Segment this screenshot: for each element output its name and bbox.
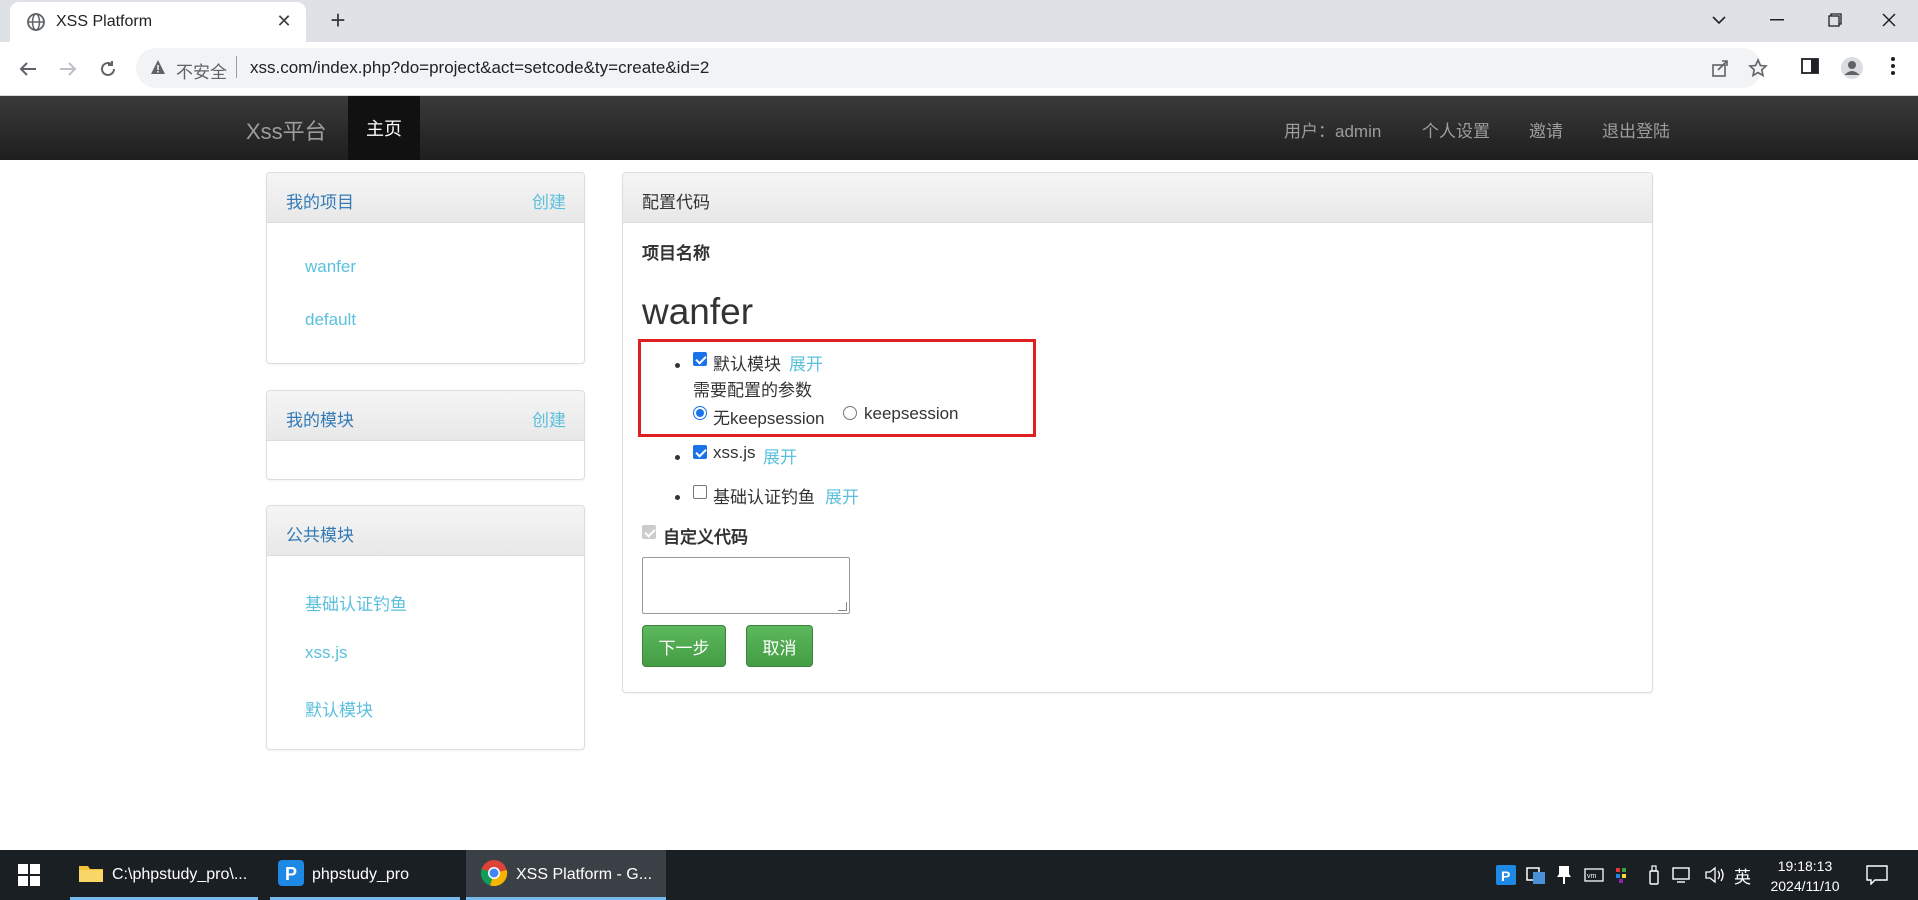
xssjs-module-checkbox[interactable] [693, 445, 707, 459]
basic-auth-phishing-label: 基础认证钓鱼 [713, 488, 815, 507]
list-bullet [675, 455, 680, 460]
minimize-icon[interactable] [1748, 0, 1806, 40]
nav-logout[interactable]: 退出登陆 [1602, 117, 1670, 142]
public-module-link[interactable]: xss.js [305, 643, 348, 663]
taskbar-phpstudy[interactable]: P phpstudy_pro [270, 850, 460, 900]
custom-code-label: 自定义代码 [663, 528, 748, 547]
phpstudy-icon: P [278, 859, 304, 891]
basic-auth-phishing-checkbox[interactable] [693, 485, 707, 499]
browser-menu-icon[interactable] [1890, 56, 1896, 81]
folder-icon [78, 863, 104, 888]
back-icon[interactable] [14, 55, 42, 83]
next-step-button[interactable]: 下一步 [642, 625, 726, 667]
taskbar-clock[interactable]: 19:18:13 2024/11/10 [1760, 856, 1850, 896]
my-modules-title: 我的模块 [286, 411, 354, 430]
tray-app-icon[interactable] [1526, 850, 1546, 900]
side-panel-icon[interactable] [1800, 56, 1820, 81]
tab-title: XSS Platform [56, 13, 153, 30]
project-name: wanfer [642, 291, 754, 332]
basic-auth-phishing-expand-link[interactable]: 展开 [825, 483, 859, 508]
project-link-wanfer[interactable]: wanfer [305, 257, 356, 277]
chrome-icon [480, 859, 508, 892]
taskbar-chrome[interactable]: XSS Platform - G... [466, 850, 666, 900]
insecure-label: 不安全 [176, 63, 227, 82]
tray-volume-icon[interactable] [1704, 850, 1726, 900]
clock-time: 19:18:13 [1777, 858, 1833, 874]
svg-text:P: P [1501, 868, 1510, 884]
nav-home[interactable]: 主页 [348, 96, 420, 160]
list-bullet [675, 495, 680, 500]
xssjs-module-label: xss.js [713, 443, 756, 462]
profile-avatar-icon[interactable] [1840, 56, 1864, 85]
svg-text:vm: vm [1587, 873, 1597, 880]
custom-code-textarea[interactable] [642, 557, 850, 614]
my-projects-panel: 我的项目 创建 wanfer default [266, 172, 585, 364]
config-code-title: 配置代码 [642, 193, 710, 212]
tray-pin-icon[interactable] [1556, 850, 1572, 900]
forward-icon[interactable] [54, 55, 82, 83]
highlight-box [638, 339, 1036, 437]
public-module-link[interactable]: 默认模块 [305, 696, 373, 721]
my-modules-header: 我的模块 创建 [267, 391, 584, 441]
config-code-header: 配置代码 [623, 173, 1652, 223]
restore-icon[interactable] [1806, 0, 1864, 40]
nav-settings[interactable]: 个人设置 [1422, 117, 1490, 142]
clock-date: 2024/11/10 [1770, 878, 1840, 894]
address-separator [236, 56, 237, 78]
url-text[interactable]: xss.com/index.php?do=project&act=setcode… [250, 58, 709, 78]
cancel-button[interactable]: 取消 [746, 625, 813, 667]
project-name-label: 项目名称 [642, 244, 710, 263]
new-tab-icon[interactable]: + [326, 7, 350, 33]
tray-network-icon[interactable] [1672, 850, 1692, 900]
browser-tab[interactable]: XSS Platform ✕ [10, 2, 306, 42]
windows-start-icon[interactable] [18, 850, 44, 900]
create-module-link[interactable]: 创建 [532, 406, 566, 431]
tab-search-icon[interactable] [1690, 0, 1748, 40]
public-modules-panel: 公共模块 基础认证钓鱼 xss.js 默认模块 [266, 505, 585, 750]
taskbar-explorer-label: C:\phpstudy_pro\... [112, 866, 248, 883]
public-modules-title: 公共模块 [286, 526, 354, 545]
taskbar-chrome-label: XSS Platform - G... [516, 866, 653, 883]
share-icon[interactable] [1710, 58, 1730, 83]
ime-indicator[interactable]: 英 [1734, 850, 1751, 900]
notification-icon[interactable] [1866, 850, 1888, 900]
warning-icon [150, 59, 166, 80]
tray-usb-icon[interactable] [1648, 850, 1660, 900]
xssjs-module-expand-link[interactable]: 展开 [763, 443, 797, 468]
close-window-icon[interactable] [1860, 0, 1918, 40]
nav-user[interactable]: 用户：admin [1284, 117, 1381, 142]
my-projects-header: 我的项目 创建 [267, 173, 584, 223]
svg-text:P: P [285, 864, 297, 884]
reload-icon[interactable] [94, 55, 122, 83]
site-navbar: Xss平台 主页 用户：admin 个人设置 邀请 退出登陆 [0, 96, 1918, 160]
taskbar-explorer[interactable]: C:\phpstudy_pro\... [70, 850, 258, 900]
bookmark-star-icon[interactable] [1748, 57, 1768, 83]
project-link-default[interactable]: default [305, 310, 356, 330]
browser-tabstrip: XSS Platform ✕ + [0, 0, 1918, 42]
tray-color-icon[interactable] [1614, 850, 1632, 900]
my-modules-panel: 我的模块 创建 [266, 390, 585, 480]
windows-taskbar: C:\phpstudy_pro\... P phpstudy_pro XSS P… [0, 850, 1918, 900]
tray-phpstudy-icon[interactable]: P [1496, 850, 1516, 900]
create-project-link[interactable]: 创建 [532, 188, 566, 213]
taskbar-phpstudy-label: phpstudy_pro [312, 866, 409, 883]
my-projects-title: 我的项目 [286, 193, 354, 212]
resize-grip-icon[interactable] [838, 602, 847, 611]
browser-toolbar: 不安全 xss.com/index.php?do=project&act=set… [0, 42, 1918, 96]
public-module-link[interactable]: 基础认证钓鱼 [305, 590, 407, 615]
tab-close-icon[interactable]: ✕ [274, 11, 294, 31]
custom-code-checkbox [642, 525, 656, 539]
address-bar[interactable]: 不安全 xss.com/index.php?do=project&act=set… [136, 48, 1768, 88]
globe-icon [26, 12, 46, 32]
tray-vm-icon[interactable]: vm [1584, 850, 1604, 900]
nav-invite[interactable]: 邀请 [1529, 117, 1563, 142]
site-brand[interactable]: Xss平台 [246, 114, 327, 146]
public-modules-header: 公共模块 [267, 506, 584, 556]
